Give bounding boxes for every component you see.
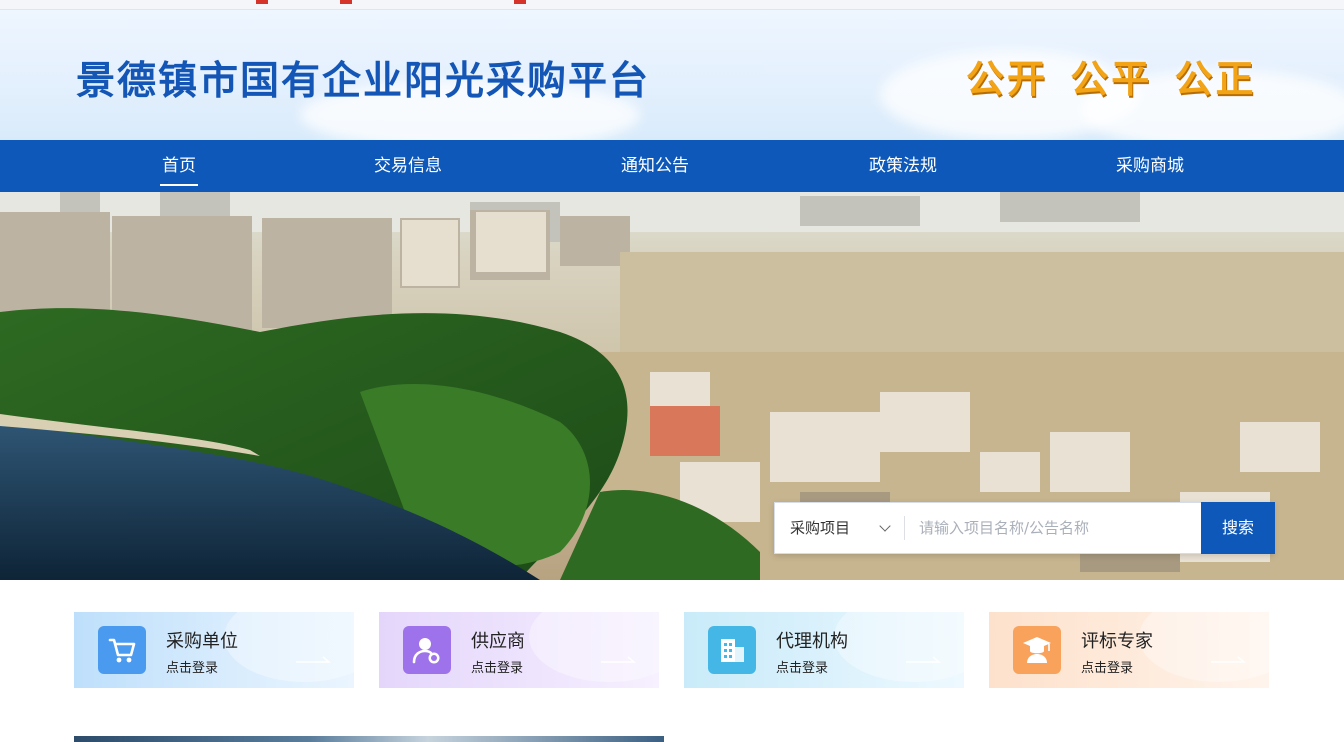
role-login-link[interactable]: 点击登录 <box>1081 657 1133 676</box>
search-category-label: 采购项目 <box>790 519 851 537</box>
role-title: 采购单位 <box>166 631 238 652</box>
site-slogan: 公开 公平 公正 <box>966 57 1257 101</box>
arrow-right-icon <box>906 656 942 663</box>
card-decoration <box>834 612 964 682</box>
arrow-right-icon <box>1211 656 1247 663</box>
arrow-right-icon <box>601 656 637 663</box>
chevron-down-icon <box>879 520 891 532</box>
role-login-link[interactable]: 点击登录 <box>471 657 523 676</box>
role-card-supplier[interactable]: 供应商 点击登录 <box>379 612 659 688</box>
role-card-expert[interactable]: 评标专家 点击登录 <box>989 612 1269 688</box>
search-button[interactable]: 搜索 <box>1201 502 1275 554</box>
nav-item-home[interactable]: 首页 <box>160 140 198 192</box>
role-login-link[interactable]: 点击登录 <box>776 657 828 676</box>
nav-item-trade-info[interactable]: 交易信息 <box>371 140 445 192</box>
top-mark <box>340 0 352 4</box>
card-decoration <box>224 612 354 682</box>
search-bar: 采购项目 搜索 <box>774 502 1275 554</box>
role-title: 评标专家 <box>1081 631 1153 652</box>
role-login-link[interactable]: 点击登录 <box>166 657 218 676</box>
card-decoration <box>1139 612 1269 682</box>
top-mark <box>256 0 268 4</box>
top-mark <box>514 0 526 4</box>
cart-icon <box>98 626 146 674</box>
card-decoration <box>529 612 659 682</box>
role-card-agency[interactable]: 代理机构 点击登录 <box>684 612 964 688</box>
arrow-right-icon <box>296 656 332 663</box>
graduate-cap-icon <box>1013 626 1061 674</box>
building-icon <box>708 626 756 674</box>
site-header: 景德镇市国有企业阳光采购平台 公开 公平 公正 <box>0 10 1344 140</box>
nav-item-mall[interactable]: 采购商城 <box>1113 140 1187 192</box>
role-card-purchaser[interactable]: 采购单位 点击登录 <box>74 612 354 688</box>
hero-banner: 采购项目 搜索 <box>0 192 1344 580</box>
nav-item-notices[interactable]: 通知公告 <box>618 140 692 192</box>
role-title: 供应商 <box>471 631 525 652</box>
site-title: 景德镇市国有企业阳光采购平台 <box>76 59 651 104</box>
search-input[interactable] <box>905 503 1199 553</box>
role-title: 代理机构 <box>776 631 848 652</box>
nav-item-policies[interactable]: 政策法规 <box>866 140 940 192</box>
main-nav: 首页 交易信息 通知公告 政策法规 采购商城 <box>0 140 1344 192</box>
supplier-user-icon <box>403 626 451 674</box>
top-utility-strip <box>0 0 1344 10</box>
news-image-strip <box>74 736 664 742</box>
search-category-select[interactable]: 采购项目 <box>775 503 903 553</box>
